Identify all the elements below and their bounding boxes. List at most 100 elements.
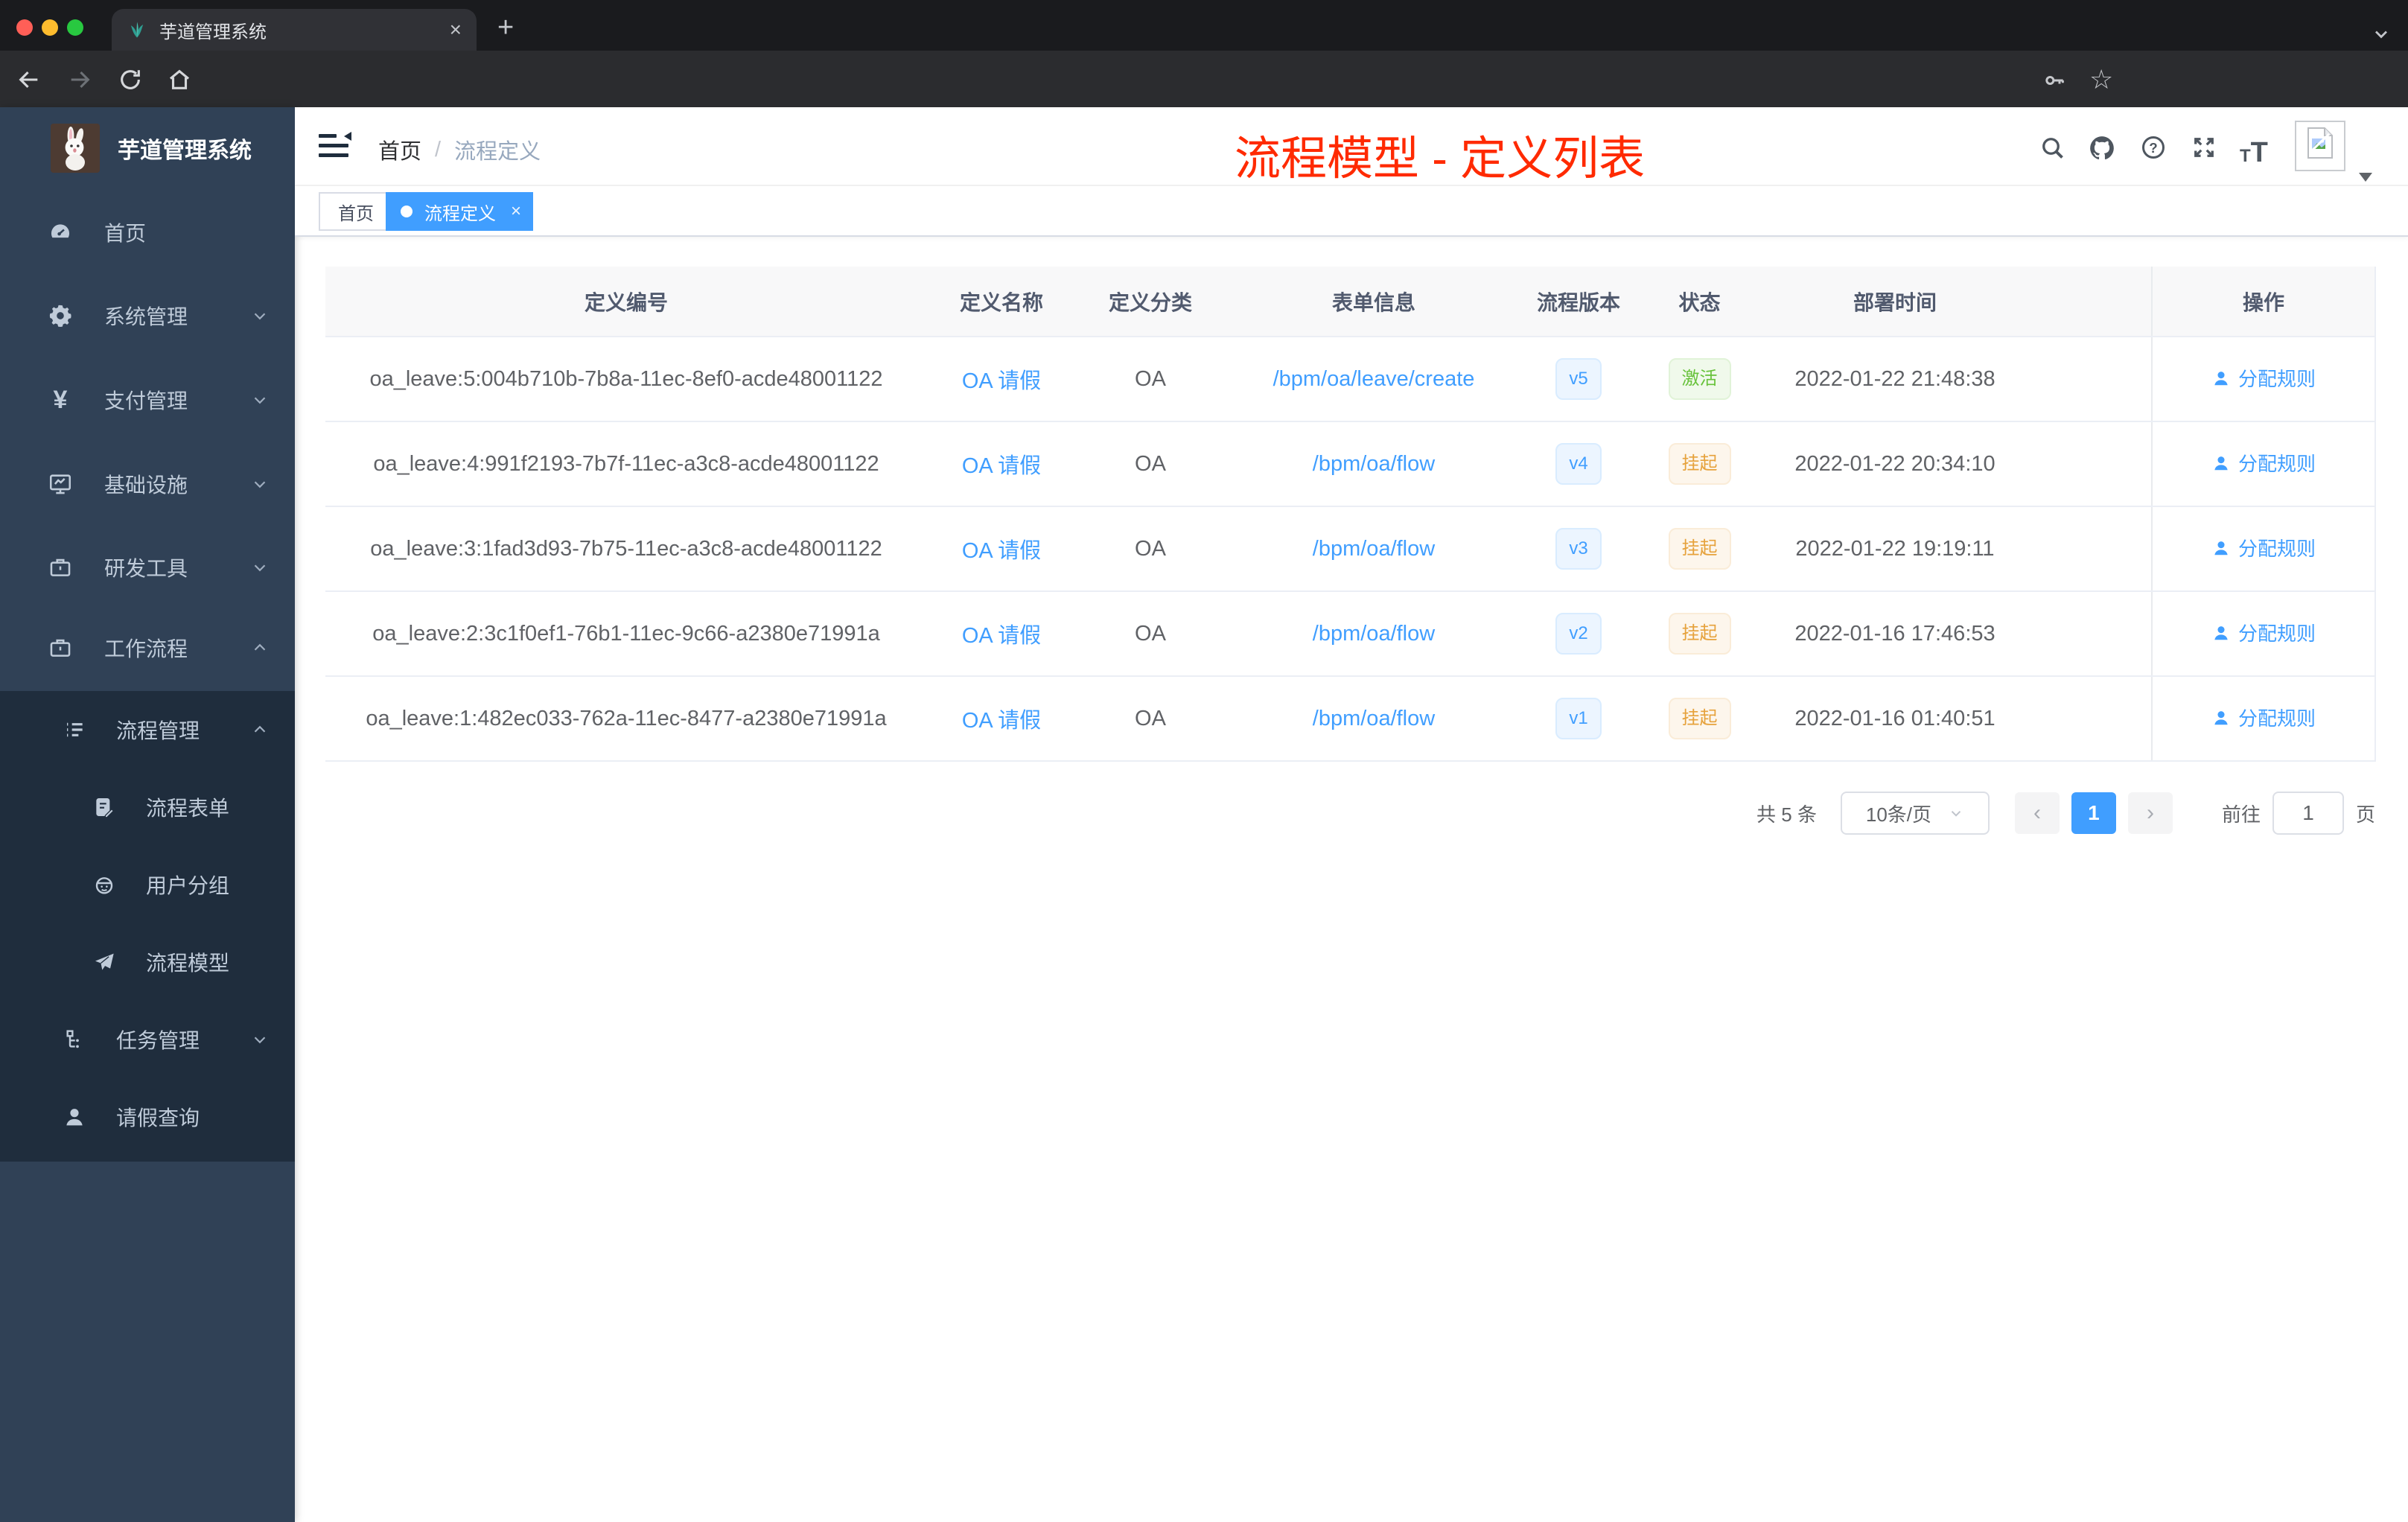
sidebar-item-workflow[interactable]: 工作流程 (0, 606, 295, 690)
sidebar-item-process-form[interactable]: 流程表单 (0, 768, 295, 846)
sidebar-item-payment[interactable]: ¥ 支付管理 (0, 358, 295, 442)
logo-avatar (51, 124, 100, 173)
font-size-icon[interactable]: TT (2240, 137, 2268, 169)
browser-toolbar: 不安全 dashboard.yudao.iocoder.cn/bpm/manag… (0, 51, 2408, 152)
search-icon[interactable] (2039, 134, 2065, 161)
sidebar-item-infrastructure[interactable]: 基础设施 (0, 442, 295, 526)
status-badge: 挂起 (1668, 698, 1731, 739)
user-icon (2214, 625, 2228, 640)
tags-view-bar: 首页 流程定义 × (295, 186, 2408, 237)
active-dot-icon (401, 206, 413, 217)
fullscreen-icon[interactable] (2191, 134, 2217, 161)
tab-search-chevron-icon[interactable] (2371, 24, 2392, 45)
sidebar: 芋道管理系统 首页 系统管理 ¥ 支付管理 基础设施 研发工具 工作流程 流程管… (0, 107, 295, 1522)
sidebar-collapse-icon[interactable] (319, 132, 351, 158)
page-unit-label: 页 (2355, 803, 2375, 826)
deploy-time: 2022-01-22 19:19:11 (1765, 506, 2025, 592)
version-badge: v4 (1555, 443, 1602, 485)
gear-icon (48, 303, 73, 328)
key-icon[interactable] (2043, 69, 2067, 92)
forward-icon[interactable] (67, 67, 92, 92)
user-icon (2214, 371, 2228, 385)
workflow-submenu: 流程管理 流程表单 用户分组 流程模型 任务管理 请假查询 (0, 691, 295, 1162)
sidebar-item-home[interactable]: 首页 (0, 191, 295, 274)
tag-home[interactable]: 首页 (319, 192, 393, 231)
definition-name-link[interactable]: OA 请假 (962, 624, 1041, 648)
prev-page-button[interactable]: ‹ (2014, 792, 2060, 834)
window-minimize-button[interactable] (42, 19, 58, 36)
list-icon (63, 718, 86, 742)
window-maximize-button[interactable] (67, 19, 83, 36)
form-link[interactable]: /bpm/oa/flow (1313, 537, 1435, 561)
user-icon (63, 1105, 86, 1129)
sidebar-item-devtools[interactable]: 研发工具 (0, 526, 295, 609)
user-icon (2214, 456, 2228, 470)
definition-name-link[interactable]: OA 请假 (962, 709, 1041, 733)
reload-icon[interactable] (118, 67, 143, 92)
github-icon[interactable] (2088, 134, 2116, 162)
definition-name-link[interactable]: OA 请假 (962, 369, 1041, 393)
help-icon[interactable]: ? (2140, 134, 2167, 161)
assign-rule-link[interactable]: 分配规则 (2211, 534, 2316, 561)
version-badge: v5 (1555, 358, 1602, 400)
definition-id: oa_leave:2:3c1f0ef1-76b1-11ec-9c66-a2380… (325, 591, 927, 677)
assign-rule-link[interactable]: 分配规则 (2211, 364, 2316, 392)
form-link[interactable]: /bpm/oa/leave/create (1273, 367, 1475, 391)
next-page-button[interactable]: › (2127, 792, 2173, 834)
chevron-up-icon (250, 638, 270, 657)
assign-rule-link[interactable]: 分配规则 (2211, 449, 2316, 477)
definition-id: oa_leave:1:482ec033-762a-11ec-8477-a2380… (325, 676, 927, 762)
status-badge: 激活 (1668, 358, 1731, 400)
dashboard-icon (48, 220, 73, 245)
bookmark-star-icon[interactable]: ☆ (2089, 64, 2113, 95)
robot-face-icon (92, 873, 116, 897)
sidebar-item-leave-query[interactable]: 请假查询 (0, 1078, 295, 1156)
sidebar-item-task-management[interactable]: 任务管理 (0, 1001, 295, 1078)
window-close-button[interactable] (16, 19, 33, 36)
status-badge: 挂起 (1668, 613, 1731, 655)
sidebar-item-process-management[interactable]: 流程管理 (0, 691, 295, 768)
sidebar-item-user-group[interactable]: 用户分组 (0, 846, 295, 923)
col-definition-category: 定义分类 (1076, 267, 1225, 337)
breadcrumb-home[interactable]: 首页 (378, 134, 421, 165)
status-badge: 挂起 (1668, 443, 1731, 485)
home-icon[interactable] (167, 67, 192, 92)
definition-category: OA (1076, 506, 1225, 592)
col-definition-id: 定义编号 (325, 267, 927, 337)
form-link[interactable]: /bpm/oa/flow (1313, 452, 1435, 476)
assign-rule-link[interactable]: 分配规则 (2211, 619, 2316, 646)
annotation-title: 流程模型 - 定义列表 (1235, 133, 1646, 185)
back-icon[interactable] (16, 67, 42, 92)
tag-active-process-definition[interactable]: 流程定义 × (386, 192, 534, 231)
goto-page-input[interactable] (2272, 792, 2344, 835)
version-badge: v2 (1555, 613, 1602, 655)
sidebar-item-process-model[interactable]: 流程模型 (0, 923, 295, 1001)
deploy-time: 2022-01-16 17:46:53 (1765, 591, 2025, 677)
col-process-version: 流程版本 (1523, 267, 1634, 337)
assign-rule-link[interactable]: 分配规则 (2211, 704, 2316, 731)
tree-icon (63, 1028, 86, 1051)
tag-close-icon[interactable]: × (511, 201, 521, 222)
sidebar-item-system[interactable]: 系统管理 (0, 274, 295, 357)
user-avatar[interactable] (2295, 121, 2345, 171)
definition-name-link[interactable]: OA 请假 (962, 454, 1041, 478)
tab-close-icon[interactable]: × (450, 18, 462, 42)
browser-tab[interactable]: 芋道管理系统 × (112, 9, 477, 51)
deploy-time: 2022-01-22 21:48:38 (1765, 337, 2025, 422)
page-1-button[interactable]: 1 (2071, 792, 2116, 834)
table-row: oa_leave:5:004b710b-7b8a-11ec-8ef0-acde4… (325, 337, 2376, 422)
page-size-select[interactable]: 10条/页 (1840, 792, 1990, 835)
goto-label: 前往 (2221, 803, 2261, 826)
user-icon (2214, 710, 2228, 725)
form-link[interactable]: /bpm/oa/flow (1313, 622, 1435, 646)
definition-category: OA (1076, 337, 1225, 422)
chevron-down-icon (250, 306, 270, 325)
col-definition-name: 定义名称 (927, 267, 1076, 337)
definition-category: OA (1076, 591, 1225, 677)
sidebar-logo[interactable]: 芋道管理系统 (51, 124, 252, 173)
new-tab-button[interactable]: + (497, 13, 514, 42)
definition-name-link[interactable]: OA 请假 (962, 539, 1041, 563)
status-badge: 挂起 (1668, 528, 1731, 570)
form-link[interactable]: /bpm/oa/flow (1313, 707, 1435, 730)
breadcrumb-current: 流程定义 (454, 140, 541, 164)
